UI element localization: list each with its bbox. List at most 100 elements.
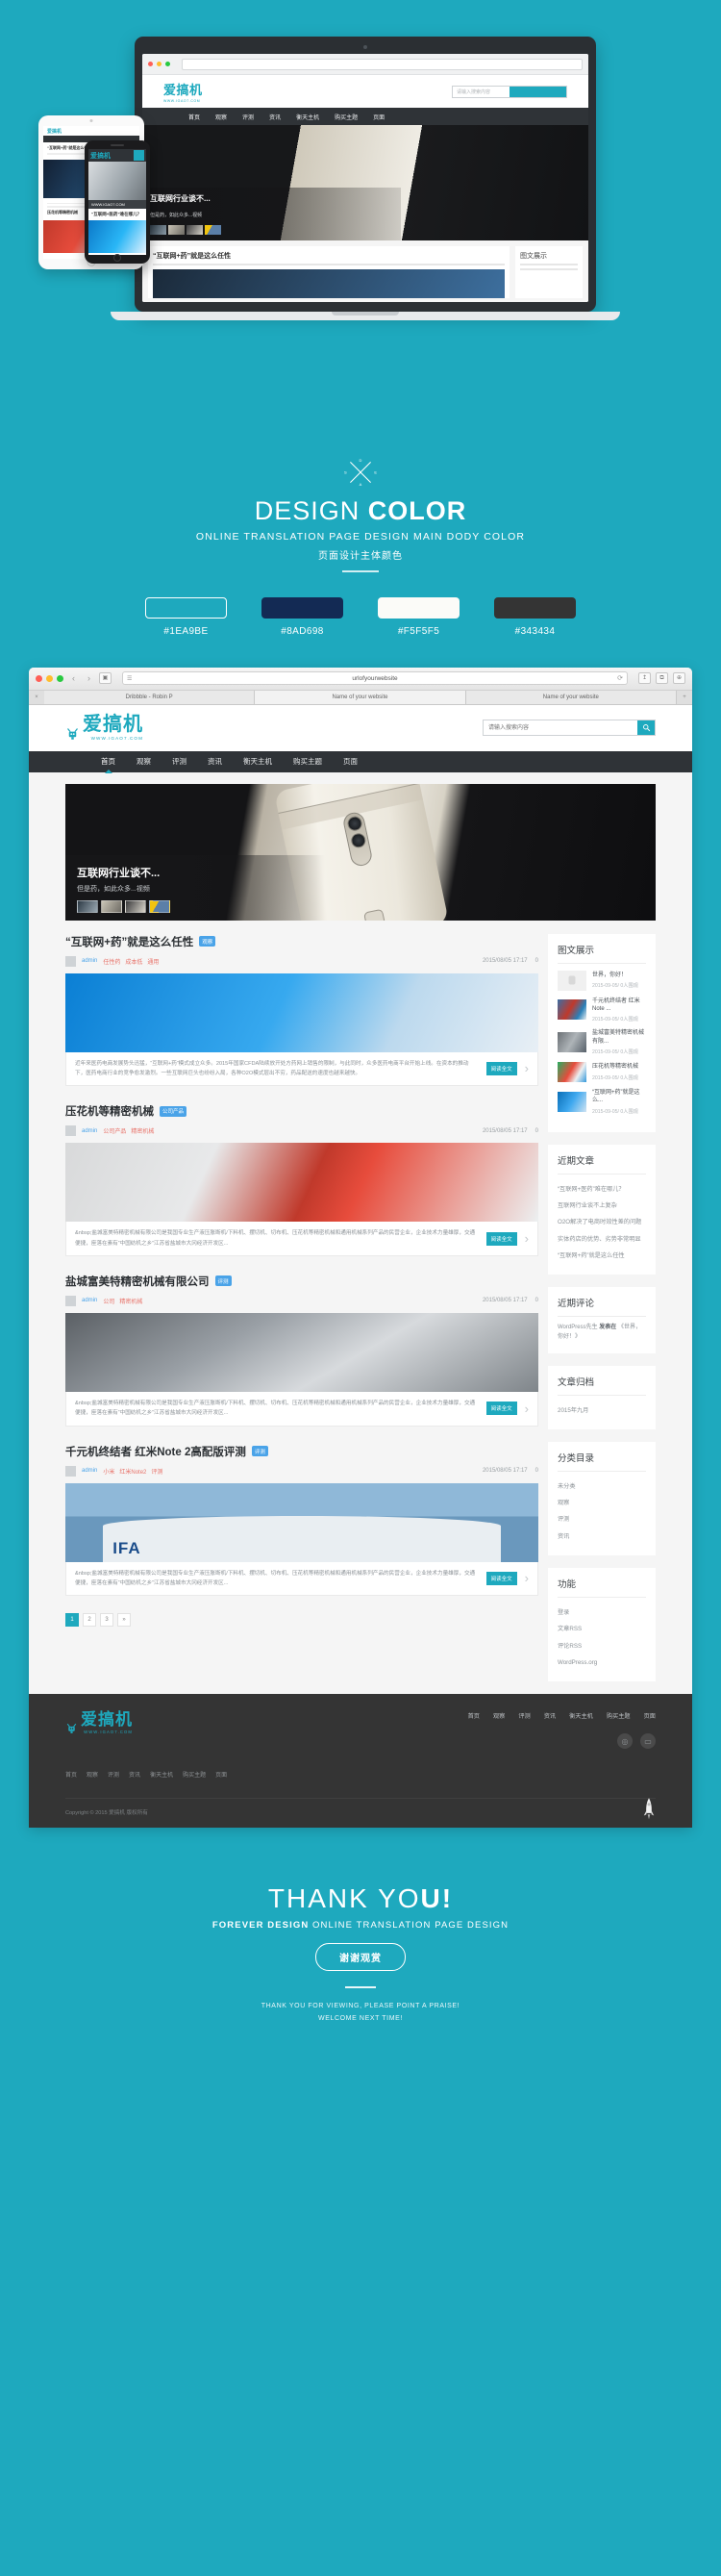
post-category-badge[interactable]: 评测: [251, 1446, 268, 1457]
search-box[interactable]: [483, 720, 656, 736]
footer-nav-item-5[interactable]: 购买主题: [607, 1711, 631, 1720]
back-icon[interactable]: ‹: [68, 673, 79, 683]
recent-post-item[interactable]: O2O解决了电商时效性差的问题: [558, 1214, 646, 1230]
post-tag-2[interactable]: 评测: [151, 1467, 162, 1476]
pagination-page-1[interactable]: 1: [65, 1613, 79, 1628]
gallery-item[interactable]: 世界，你好！ 2015-09-05/ 0人围观: [558, 970, 646, 991]
post-category-badge[interactable]: 公司产品: [160, 1105, 187, 1117]
nav-item-home[interactable]: 首页: [101, 756, 115, 767]
meta-item-login[interactable]: 登录: [558, 1604, 646, 1621]
read-more-button[interactable]: 阅读全文: [485, 1061, 517, 1075]
post-title[interactable]: “互联网+药”就是这么任性 观察: [65, 934, 538, 949]
post-tag-1[interactable]: 成本低: [125, 957, 142, 966]
footer-nav-item-2[interactable]: 评测: [518, 1711, 530, 1720]
nav-item-news[interactable]: 资讯: [208, 756, 222, 767]
sidebar-toggle-icon[interactable]: ▣: [99, 672, 112, 684]
hero-thumb-0[interactable]: [77, 899, 98, 913]
category-item[interactable]: 资讯: [558, 1528, 646, 1545]
post-tag-0[interactable]: 公司产品: [103, 1126, 126, 1135]
chevron-right-icon[interactable]: ›: [525, 1571, 529, 1585]
pagination-page-3[interactable]: 3: [100, 1613, 113, 1628]
pagination-page-2[interactable]: 2: [83, 1613, 96, 1628]
recent-post-item[interactable]: “互联网+药”就是这么任性: [558, 1248, 646, 1264]
forward-icon[interactable]: ›: [84, 673, 94, 683]
category-item[interactable]: 评测: [558, 1511, 646, 1528]
browser-tab-0[interactable]: Dribbble - Robin P: [44, 690, 256, 704]
hero-banner[interactable]: 互联网行业谈不... 但是药，如此众多...视频: [65, 783, 656, 921]
close-tab-icon[interactable]: ×: [29, 691, 44, 704]
post-tag-2[interactable]: 通用: [147, 957, 159, 966]
post-author[interactable]: admin: [82, 958, 97, 964]
category-item[interactable]: 未分类: [558, 1478, 646, 1495]
hero-thumb-2[interactable]: [125, 899, 146, 913]
post-title[interactable]: 盐城富美特精密机械有限公司 评测: [65, 1274, 538, 1289]
nav-item-observe[interactable]: 观察: [137, 756, 151, 767]
post-tag-1[interactable]: 精密机械: [131, 1126, 154, 1135]
post-tag-1[interactable]: 红米Note2: [119, 1467, 146, 1476]
post-author[interactable]: admin: [82, 1468, 97, 1474]
footer-link-1[interactable]: 观察: [87, 1770, 98, 1779]
search-button[interactable]: [637, 720, 655, 735]
recent-post-item[interactable]: “互联网+医药”难在哪儿？: [558, 1181, 646, 1198]
site-logo[interactable]: 爱搞机 WWW.IGAO7.COM: [65, 715, 143, 741]
footer-nav-item-0[interactable]: 首页: [468, 1711, 480, 1720]
post-image[interactable]: [65, 1312, 538, 1392]
hero-thumb-1[interactable]: [101, 899, 122, 913]
wechat-icon[interactable]: ▭: [640, 1733, 656, 1750]
search-input[interactable]: [484, 720, 637, 735]
read-more-button[interactable]: 阅读全文: [485, 1571, 517, 1585]
footer-nav-item-6[interactable]: 页面: [644, 1711, 656, 1720]
footer-link-0[interactable]: 首页: [65, 1770, 77, 1779]
post-image[interactable]: [65, 1143, 538, 1223]
reader-icon[interactable]: ☰: [127, 675, 132, 682]
window-close-icon[interactable]: [36, 674, 42, 682]
window-minimize-icon[interactable]: [46, 674, 53, 682]
nav-item-buy-theme[interactable]: 购买主题: [293, 756, 322, 767]
add-tab-icon[interactable]: +: [677, 691, 692, 704]
reload-icon[interactable]: ⟳: [617, 674, 623, 682]
recent-post-item[interactable]: 实体药店的优势、劣势非常明显: [558, 1231, 646, 1248]
post-image[interactable]: IFA: [65, 1482, 538, 1562]
post-tag-0[interactable]: 任性药: [103, 957, 120, 966]
chevron-right-icon[interactable]: ›: [525, 1061, 529, 1075]
footer-link-6[interactable]: 页面: [215, 1770, 227, 1779]
menu-icon[interactable]: ⊕: [673, 672, 685, 684]
meta-item-wordpress[interactable]: WordPress.org: [558, 1654, 646, 1671]
post-author[interactable]: admin: [82, 1298, 97, 1303]
post-author[interactable]: admin: [82, 1128, 97, 1134]
footer-link-4[interactable]: 衡天主机: [150, 1770, 173, 1779]
footer-nav-item-4[interactable]: 衡天主机: [569, 1711, 593, 1720]
post-title[interactable]: 千元机终结者 红米Note 2高配版评测 评测: [65, 1444, 538, 1459]
category-item[interactable]: 观察: [558, 1495, 646, 1511]
browser-tab-2[interactable]: Name of your website: [465, 690, 677, 704]
post-title[interactable]: 压花机等精密机械 公司产品: [65, 1103, 538, 1119]
post-tag-0[interactable]: 公司: [103, 1297, 114, 1305]
thank-you-button[interactable]: 谢谢观赏: [315, 1943, 406, 1972]
post-image[interactable]: [65, 972, 538, 1052]
footer-link-5[interactable]: 购买主题: [183, 1770, 206, 1779]
browser-tab-1[interactable]: Name of your website: [255, 690, 466, 704]
chevron-right-icon[interactable]: ›: [525, 1231, 529, 1246]
gallery-item[interactable]: “互联网+药”就是这么... 2015-09-05/ 0人围观: [558, 1089, 646, 1115]
post-tag-0[interactable]: 小米: [103, 1467, 114, 1476]
nav-item-review[interactable]: 评测: [172, 756, 186, 767]
gallery-item[interactable]: 压花机等精密机械 2015-09-05/ 0人围观: [558, 1062, 646, 1083]
footer-link-2[interactable]: 评测: [108, 1770, 119, 1779]
post-tag-1[interactable]: 精密机械: [119, 1297, 142, 1305]
weibo-icon[interactable]: ◎: [617, 1733, 633, 1750]
comment-author[interactable]: WordPress先生: [558, 1325, 598, 1330]
tabs-overview-icon[interactable]: ⧉: [656, 672, 668, 684]
window-maximize-icon[interactable]: [57, 674, 63, 682]
gallery-item[interactable]: 盐城富美特精密机械有限... 2015-09-05/ 0人围观: [558, 1029, 646, 1055]
address-bar[interactable]: ☰ urlofyourwebsite ⟳: [122, 671, 628, 685]
gallery-item[interactable]: 千元机终结者 红米Note ... 2015-09-05/ 0人围观: [558, 998, 646, 1023]
pagination-next[interactable]: »: [117, 1613, 131, 1628]
chevron-right-icon[interactable]: ›: [525, 1402, 529, 1416]
meta-item-posts-rss[interactable]: 文章RSS: [558, 1621, 646, 1637]
post-category-badge[interactable]: 评测: [214, 1275, 232, 1287]
footer-logo[interactable]: 爱搞机 WWW.IGAO7.COM: [65, 1711, 133, 1734]
footer-nav-item-3[interactable]: 资讯: [544, 1711, 556, 1720]
archive-item[interactable]: 2015年九月: [558, 1402, 646, 1419]
back-to-top-rocket-icon[interactable]: [642, 1797, 656, 1822]
footer-nav-item-1[interactable]: 观察: [493, 1711, 505, 1720]
